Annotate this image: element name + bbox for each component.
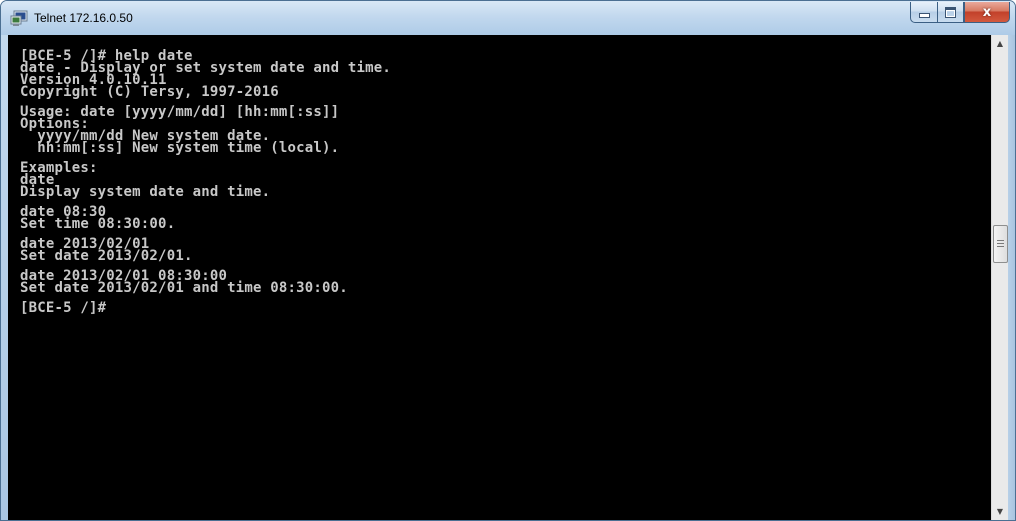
console-line: Set time 08:30:00. xyxy=(20,216,176,232)
telnet-window: Telnet 172.16.0.50 x [BCE-5 /]# help dat… xyxy=(0,0,1016,521)
scroll-down-arrow-icon[interactable]: ▼ xyxy=(992,503,1008,520)
telnet-terminal-icon xyxy=(10,10,28,26)
console-line: Display system date and time. xyxy=(20,184,271,200)
close-icon: x xyxy=(982,4,992,20)
caption-buttons: x xyxy=(910,2,1010,24)
console-line: Set date 2013/02/01. xyxy=(20,248,193,264)
vertical-scrollbar[interactable]: ▲ ▼ xyxy=(991,35,1008,520)
window-title: Telnet 172.16.0.50 xyxy=(34,11,133,25)
close-button[interactable]: x xyxy=(964,2,1010,23)
console-output[interactable]: [BCE-5 /]# help date date - Display or se… xyxy=(8,35,991,520)
minimize-icon xyxy=(918,13,930,18)
scroll-up-arrow-icon[interactable]: ▲ xyxy=(992,35,1008,52)
minimize-button[interactable] xyxy=(910,2,937,23)
console-line: Usage: date [yyyy/mm/dd] [hh:mm[:ss]] xyxy=(20,104,340,120)
console-line: Examples: xyxy=(20,160,98,176)
thumb-grip-line xyxy=(997,240,1004,242)
window-frame-right xyxy=(1008,35,1015,520)
maximize-icon xyxy=(945,6,956,18)
console-line: [BCE-5 /]# xyxy=(20,300,107,316)
title-bar[interactable]: Telnet 172.16.0.50 x xyxy=(1,1,1015,35)
maximize-button[interactable] xyxy=(937,2,964,23)
console-line: Copyright (C) Tersy, 1997-2016 xyxy=(20,84,279,100)
console-line: Set date 2013/02/01 and time 08:30:00. xyxy=(20,280,348,296)
scroll-thumb[interactable] xyxy=(993,225,1008,264)
thumb-grip-line xyxy=(997,246,1004,248)
console-line: hh:mm[:ss] New system time (local). xyxy=(20,140,340,156)
thumb-grip-line xyxy=(997,243,1004,245)
